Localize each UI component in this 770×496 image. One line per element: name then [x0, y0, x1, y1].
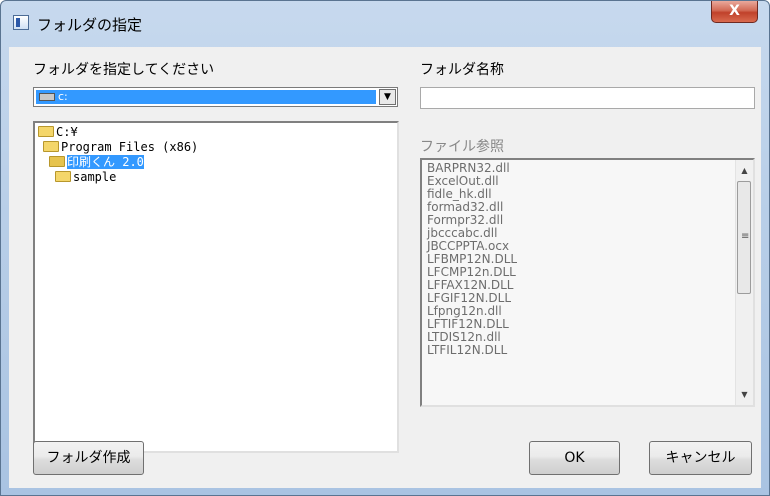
file-item[interactable]: LFCMP12n.DLL: [427, 266, 516, 278]
folder-name-label: フォルダ名称: [420, 62, 504, 78]
tree-node-label: C:¥: [56, 125, 78, 139]
scroll-up-arrow-icon[interactable]: ▲: [736, 162, 753, 179]
file-item[interactable]: BARPRN32.dll: [427, 162, 510, 174]
file-item[interactable]: LFBMP12N.DLL: [427, 253, 517, 265]
drive-selected: c:: [36, 90, 376, 104]
open-folder-icon: [38, 126, 54, 137]
folder-select-label: フォルダを指定してください: [33, 62, 215, 78]
folder-name-input[interactable]: [420, 87, 755, 109]
chevron-down-icon[interactable]: ▼: [379, 89, 396, 105]
file-item[interactable]: Lfpng12n.dll: [427, 305, 502, 317]
tree-node-root[interactable]: C:¥: [38, 125, 78, 140]
tree-node-sample[interactable]: sample: [55, 170, 116, 185]
ok-button[interactable]: OK: [529, 441, 620, 475]
file-item[interactable]: ExcelOut.dll: [427, 175, 499, 187]
file-list[interactable]: BARPRN32.dll ExcelOut.dll fidle_hk.dll f…: [420, 158, 755, 407]
file-item[interactable]: LTFIL12N.DLL: [427, 344, 507, 356]
create-folder-button[interactable]: フォルダ作成: [33, 441, 144, 475]
scroll-thumb[interactable]: ≡: [737, 181, 751, 294]
tree-node-label: 印刷くん 2.0: [67, 155, 144, 169]
dialog-body: フォルダを指定してください c: ▼ C:¥ Program Files (x8…: [9, 47, 761, 488]
folder-icon: [55, 171, 71, 182]
open-folder-icon: [43, 141, 59, 152]
title-bar[interactable]: フォルダの指定 X: [1, 1, 769, 47]
drive-value: c:: [58, 90, 68, 103]
tree-node-insatsukun[interactable]: 印刷くん 2.0: [49, 155, 144, 170]
file-item[interactable]: fidle_hk.dll: [427, 188, 492, 200]
cancel-button[interactable]: キャンセル: [649, 441, 752, 475]
file-list-scrollbar[interactable]: ▲ ≡ ▼: [735, 160, 753, 405]
grip-icon: ≡: [741, 231, 750, 242]
file-item[interactable]: LFFAX12N.DLL: [427, 279, 514, 291]
tree-node-label: Program Files (x86): [61, 140, 199, 154]
drive-select[interactable]: c: ▼: [33, 87, 398, 107]
file-item[interactable]: jbcccabc.dll: [427, 227, 497, 239]
file-item[interactable]: Formpr32.dll: [427, 214, 503, 226]
tree-node-label: sample: [73, 170, 117, 184]
drive-icon: [39, 93, 55, 101]
tree-node-program-files[interactable]: Program Files (x86): [43, 140, 198, 155]
close-button[interactable]: X: [711, 1, 758, 23]
file-item[interactable]: JBCCPPTA.ocx: [427, 240, 509, 252]
open-folder-icon: [49, 156, 65, 167]
file-browse-label: ファイル参照: [420, 139, 504, 155]
folder-tree[interactable]: C:¥ Program Files (x86) 印刷くん 2.0 sample: [33, 121, 399, 453]
folder-dialog-window: フォルダの指定 X フォルダを指定してください c: ▼ C:¥ Program…: [0, 0, 770, 496]
file-item[interactable]: formad32.dll: [427, 201, 503, 213]
file-item[interactable]: LFTIF12N.DLL: [427, 318, 509, 330]
window-icon: [13, 15, 29, 30]
file-item[interactable]: LTDIS12n.dll: [427, 331, 501, 343]
file-item[interactable]: LFGIF12N.DLL: [427, 292, 511, 304]
scroll-down-arrow-icon[interactable]: ▼: [736, 386, 753, 403]
window-title: フォルダの指定: [37, 16, 143, 34]
